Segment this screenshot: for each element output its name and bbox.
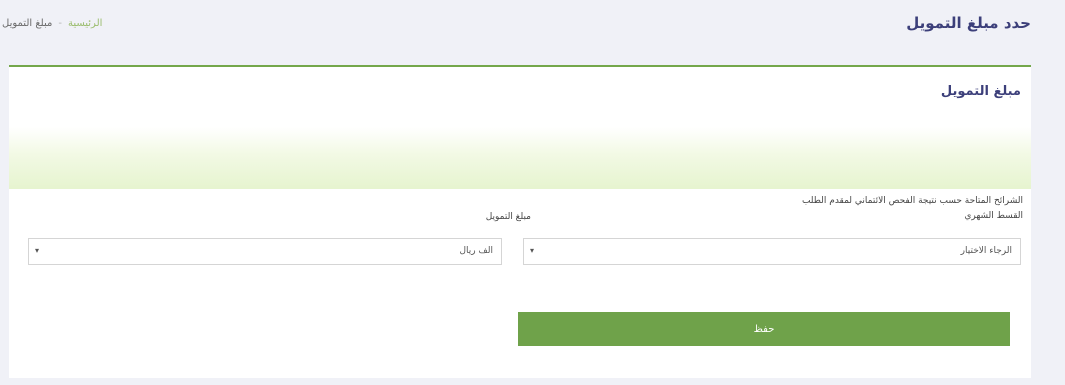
amount-select[interactable]: الف ريال ▾ bbox=[28, 238, 502, 265]
info-band bbox=[9, 127, 1031, 189]
breadcrumb-separator: - bbox=[58, 18, 62, 29]
chevron-down-icon: ▾ bbox=[530, 246, 535, 255]
installment-label: القسط الشهري bbox=[964, 211, 1023, 221]
chevron-down-icon: ▾ bbox=[35, 246, 40, 255]
installment-select[interactable]: الرجاء الاختيار ▾ bbox=[523, 238, 1021, 265]
amount-select-value: الف ريال bbox=[459, 246, 493, 256]
breadcrumb-current: مبلغ التمويل bbox=[2, 18, 53, 29]
breadcrumb-home-link[interactable]: الرئيسية bbox=[68, 18, 102, 29]
eligibility-note: الشرائح المتاحة حسب نتيجة الفحص الائتمان… bbox=[801, 196, 1023, 206]
card-title: مبلغ التمويل bbox=[940, 84, 1021, 99]
save-button[interactable]: حفظ bbox=[518, 312, 1010, 346]
amount-label: مبلغ التمويل bbox=[485, 212, 531, 222]
installment-select-value: الرجاء الاختيار bbox=[960, 246, 1012, 256]
financing-amount-card: مبلغ التمويل الشرائح المتاحة حسب نتيجة ا… bbox=[9, 65, 1031, 378]
page-title: حدد مبلغ التمويل bbox=[906, 14, 1031, 32]
breadcrumb: الرئيسية - مبلغ التمويل bbox=[2, 18, 102, 29]
